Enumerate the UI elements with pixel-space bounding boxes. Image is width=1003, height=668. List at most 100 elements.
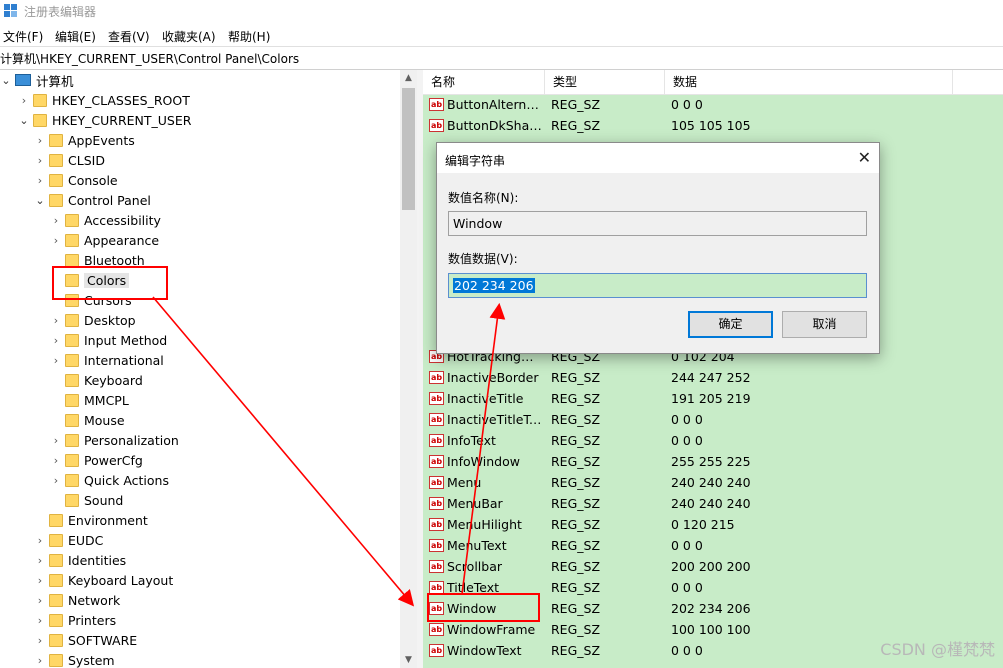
chevron-right-icon[interactable]: › (34, 594, 46, 607)
tree-item[interactable]: Colors (50, 270, 130, 290)
value-type: REG_SZ (551, 97, 601, 112)
scroll-thumb[interactable] (402, 88, 415, 210)
chevron-right-icon[interactable]: › (50, 434, 62, 447)
tree-item[interactable]: › CLSID (34, 150, 105, 170)
column-header-name[interactable]: 名称 (423, 70, 545, 94)
value-row[interactable]: ab MenuHilight REG_SZ 0 120 215 (423, 514, 1003, 535)
tree-item[interactable]: › Identities (34, 550, 126, 570)
value-data-input[interactable]: 202 234 206 (448, 273, 867, 298)
tree-item-label: Bluetooth (84, 252, 145, 268)
menu-edit[interactable]: 编辑(E) (55, 28, 96, 45)
chevron-right-icon[interactable]: › (34, 634, 46, 647)
value-row[interactable]: ab TitleText REG_SZ 0 0 0 (423, 577, 1003, 598)
key-tree[interactable]: ⌄ 计算机 › HKEY_CLASSES_ROOT ⌄ HKEY_CURRENT_US… (0, 70, 400, 668)
tree-item[interactable]: Sound (50, 490, 123, 510)
value-name: InactiveTitleText (447, 412, 542, 427)
tree-item-label: Mouse (84, 412, 125, 428)
chevron-right-icon[interactable]: › (50, 354, 62, 367)
ok-button[interactable]: 确定 (688, 311, 773, 338)
menu-view[interactable]: 查看(V) (108, 28, 150, 45)
tree-item[interactable]: › Network (34, 590, 120, 610)
tree-item[interactable]: › Accessibility (50, 210, 161, 230)
value-row[interactable]: ab ButtonAlternat... REG_SZ 0 0 0 (423, 94, 1003, 115)
tree-item[interactable]: Bluetooth (50, 250, 145, 270)
chevron-right-icon[interactable]: › (34, 574, 46, 587)
chevron-right-icon[interactable]: › (50, 454, 62, 467)
menu-help[interactable]: 帮助(H) (228, 28, 270, 45)
chevron-right-icon[interactable]: › (18, 94, 30, 107)
tree-item[interactable]: › SOFTWARE (34, 630, 137, 650)
value-row[interactable]: ab InactiveBorder REG_SZ 244 247 252 (423, 367, 1003, 388)
column-header-type[interactable]: 类型 (545, 70, 665, 94)
value-row[interactable]: ab Window REG_SZ 202 234 206 (423, 598, 1003, 619)
value-row[interactable]: ab Scrollbar REG_SZ 200 200 200 (423, 556, 1003, 577)
tree-scrollbar[interactable]: ▲ ▼ (400, 70, 417, 668)
tree-item[interactable]: MMCPL (50, 390, 129, 410)
folder-icon (49, 173, 63, 187)
string-value-icon: ab (429, 476, 444, 489)
tree-item[interactable]: Keyboard (50, 370, 143, 390)
tree-item[interactable]: Environment (34, 510, 148, 530)
tree-item[interactable]: › Personalization (50, 430, 179, 450)
chevron-down-icon[interactable]: ⌄ (34, 194, 46, 207)
chevron-right-icon[interactable]: › (34, 654, 46, 667)
menu-favorites[interactable]: 收藏夹(A) (162, 28, 216, 45)
scroll-down-arrow-icon[interactable]: ▼ (400, 652, 417, 668)
chevron-right-icon[interactable]: › (34, 614, 46, 627)
address-path[interactable]: 计算机\HKEY_CURRENT_USER\Control Panel\Colo… (0, 50, 299, 67)
scroll-up-arrow-icon[interactable]: ▲ (400, 70, 417, 86)
value-row[interactable]: ab InfoText REG_SZ 0 0 0 (423, 430, 1003, 451)
tree-item[interactable]: › International (50, 350, 164, 370)
column-header-data[interactable]: 数据 (665, 70, 953, 94)
tree-item[interactable]: ⌄ Control Panel (34, 190, 151, 210)
value-type: REG_SZ (551, 391, 601, 406)
tree-item[interactable]: › EUDC (34, 530, 104, 550)
chevron-right-icon[interactable]: › (50, 334, 62, 347)
tree-item[interactable]: › Appearance (50, 230, 159, 250)
value-name: MenuText (447, 538, 507, 553)
chevron-right-icon[interactable]: › (34, 154, 46, 167)
value-row[interactable]: ab Menu REG_SZ 240 240 240 (423, 472, 1003, 493)
tree-item[interactable]: › System (34, 650, 115, 668)
value-row[interactable]: ab InactiveTitleText REG_SZ 0 0 0 (423, 409, 1003, 430)
chevron-right-icon[interactable]: › (34, 534, 46, 547)
cancel-button[interactable]: 取消 (782, 311, 867, 338)
chevron-right-icon[interactable]: › (34, 554, 46, 567)
chevron-down-icon[interactable]: ⌄ (0, 74, 12, 87)
tree-item[interactable]: › HKEY_CLASSES_ROOT (18, 90, 190, 110)
edit-string-dialog: 编辑字符串 ✕ 数值名称(N): Window 数值数据(V): 202 234… (436, 142, 880, 354)
chevron-right-icon[interactable]: › (50, 234, 62, 247)
menu-file[interactable]: 文件(F) (3, 28, 43, 45)
tree-item[interactable]: › AppEvents (34, 130, 135, 150)
tree-item[interactable]: › Printers (34, 610, 116, 630)
tree-item-computer[interactable]: ⌄ 计算机 (0, 70, 73, 90)
value-name: WindowText (447, 643, 522, 658)
address-bar[interactable]: 计算机\HKEY_CURRENT_USER\Control Panel\Colo… (0, 46, 1003, 70)
chevron-right-icon[interactable]: › (34, 134, 46, 147)
tree-item[interactable]: Mouse (50, 410, 125, 430)
value-data: 0 0 0 (671, 643, 703, 658)
value-row[interactable]: ab InactiveTitle REG_SZ 191 205 219 (423, 388, 1003, 409)
tree-item[interactable]: ⌄ HKEY_CURRENT_USER (18, 110, 191, 130)
value-data: 0 0 0 (671, 580, 703, 595)
tree-item[interactable]: › Keyboard Layout (34, 570, 173, 590)
value-data: 240 240 240 (671, 475, 751, 490)
chevron-right-icon[interactable]: › (50, 214, 62, 227)
chevron-right-icon[interactable]: › (50, 314, 62, 327)
value-name-field: Window (448, 211, 867, 236)
value-row[interactable]: ab MenuText REG_SZ 0 0 0 (423, 535, 1003, 556)
tree-item[interactable]: › Input Method (50, 330, 167, 350)
value-row[interactable]: ab MenuBar REG_SZ 240 240 240 (423, 493, 1003, 514)
tree-item[interactable]: › Desktop (50, 310, 136, 330)
tree-item[interactable]: › PowerCfg (50, 450, 143, 470)
tree-item[interactable]: › Console (34, 170, 118, 190)
chevron-right-icon[interactable]: › (50, 474, 62, 487)
close-icon[interactable]: ✕ (858, 148, 871, 167)
value-row[interactable]: ab ButtonDkShad... REG_SZ 105 105 105 (423, 115, 1003, 136)
tree-item[interactable]: Cursors (50, 290, 132, 310)
chevron-down-icon[interactable]: ⌄ (18, 114, 30, 127)
tree-item[interactable]: › Quick Actions (50, 470, 169, 490)
column-headers: 名称 类型 数据 (423, 70, 1003, 95)
chevron-right-icon[interactable]: › (34, 174, 46, 187)
value-row[interactable]: ab InfoWindow REG_SZ 255 255 225 (423, 451, 1003, 472)
